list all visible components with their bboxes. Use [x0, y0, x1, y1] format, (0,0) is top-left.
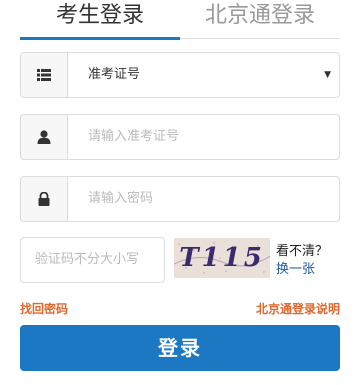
refresh-captcha-link[interactable]: 换一张 [276, 258, 315, 277]
password-placeholder: 请输入密码 [88, 191, 154, 206]
tab-divider [180, 38, 340, 39]
login-tabs: 考生登录 北京通登录 [0, 0, 362, 40]
list-icon [21, 53, 68, 97]
captcha-image[interactable]: T115 [174, 238, 270, 278]
captcha-text: T115 [179, 243, 265, 273]
captcha-placeholder: 验证码不分大小写 [35, 252, 140, 267]
lock-icon [21, 177, 68, 221]
id-number-field[interactable]: 请输入准考证号 [20, 114, 340, 160]
id-type-select[interactable]: 准考证号 ▼ [20, 52, 340, 98]
user-icon [21, 115, 68, 159]
id-type-value: 准考证号 [88, 67, 141, 82]
caret-down-icon: ▼ [324, 70, 331, 80]
beijingtong-help-link[interactable]: 北京通登录说明 [256, 300, 340, 317]
active-tab-indicator [20, 37, 180, 40]
captcha-hint: 看不清？ [276, 244, 329, 259]
forgot-password-link[interactable]: 找回密码 [20, 300, 68, 317]
captcha-input[interactable]: 验证码不分大小写 [20, 237, 165, 283]
tab-beijingtong-login[interactable]: 北京通登录 [180, 0, 340, 38]
login-button[interactable]: 登录 [20, 325, 340, 371]
id-number-placeholder: 请输入准考证号 [88, 129, 180, 144]
password-field[interactable]: 请输入密码 [20, 176, 340, 222]
tab-candidate-login[interactable]: 考生登录 [20, 0, 180, 38]
